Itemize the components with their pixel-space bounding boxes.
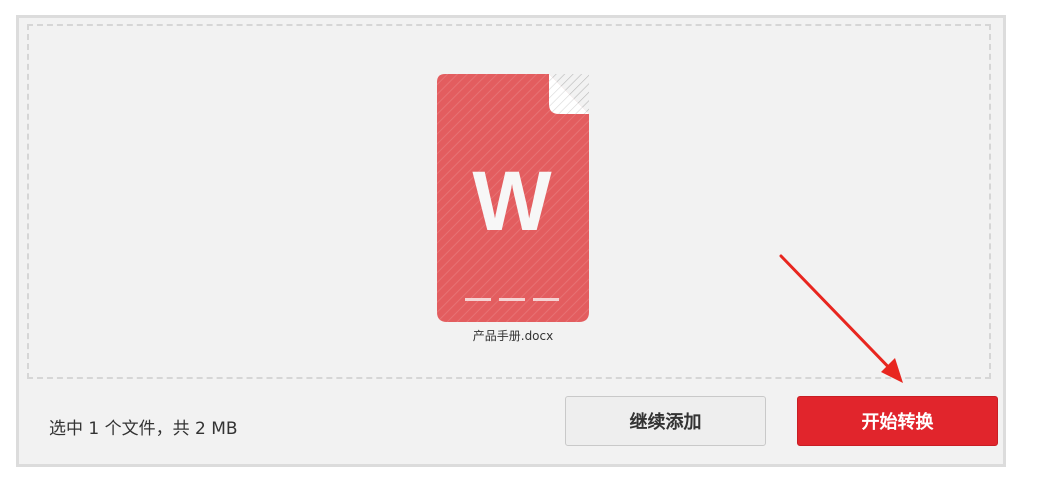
converter-panel: W 产品手册.docx 选中 1 个文件，共 2 MB 继续添加 开始转换 [16, 15, 1006, 467]
annotation-arrow-icon [779, 254, 903, 383]
add-more-button[interactable]: 继续添加 [565, 396, 766, 446]
file-card[interactable]: W 产品手册.docx [437, 74, 589, 343]
word-letter: W [472, 154, 552, 248]
file-name: 产品手册.docx [472, 329, 554, 343]
word-document-icon: W [437, 74, 589, 322]
selection-summary: 选中 1 个文件，共 2 MB [49, 419, 238, 439]
